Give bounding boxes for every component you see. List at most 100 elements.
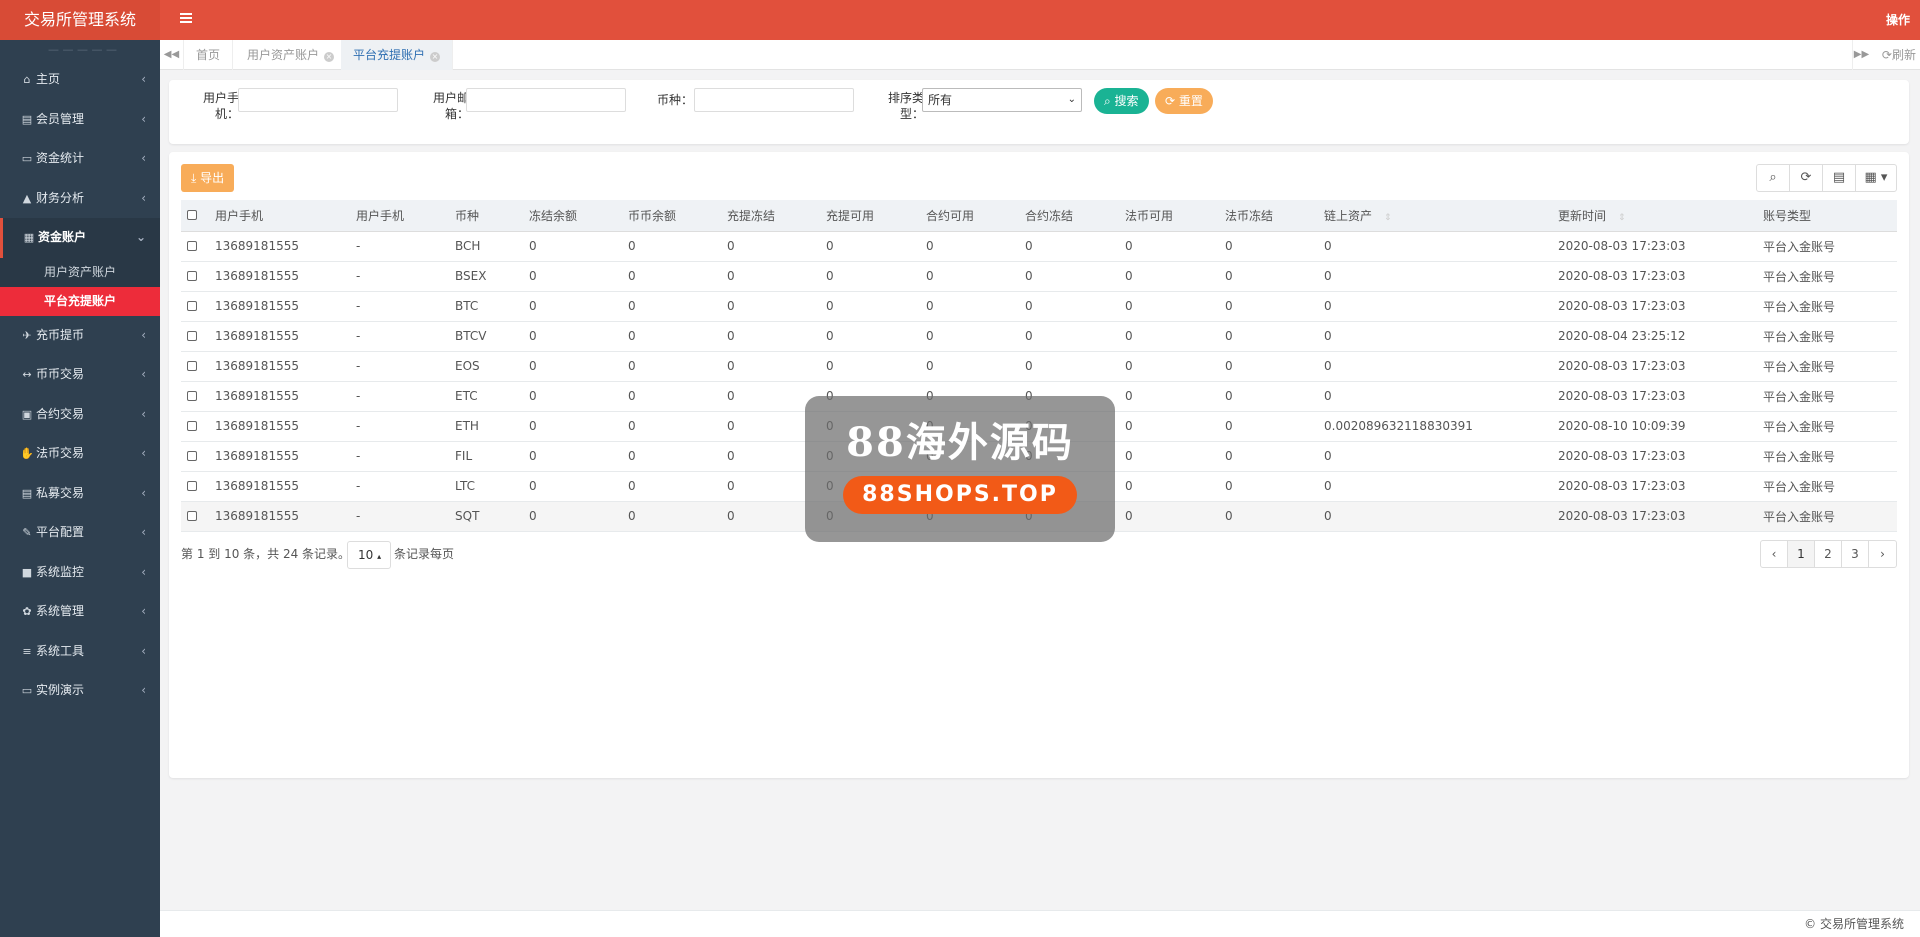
gear-icon: ✿ xyxy=(22,605,32,618)
export-button[interactable]: ⤓ 导出 xyxy=(181,164,235,192)
row-checkbox[interactable] xyxy=(187,421,197,431)
row-checkbox[interactable] xyxy=(187,361,197,371)
toggle-view-icon[interactable]: ▤ xyxy=(1823,165,1856,191)
table-cell: 0.002089632118830391 xyxy=(1318,411,1552,442)
reset-button[interactable]: ⟳ 重置 xyxy=(1155,88,1213,114)
table-cell: 13689181555 xyxy=(209,351,350,382)
column-header-label: 币种 xyxy=(455,208,480,223)
close-icon[interactable]: × xyxy=(430,52,441,62)
page-button[interactable]: 3 xyxy=(1842,541,1869,567)
select-all-checkbox[interactable] xyxy=(187,210,197,221)
money-icon: ▭ xyxy=(21,152,33,165)
sidebar-item-label: 主页 xyxy=(36,72,61,86)
table-cell: 0 xyxy=(1119,291,1219,322)
sidebar-item[interactable]: ▭ 资金统计 ‹ xyxy=(0,139,160,179)
table-cell: LTC xyxy=(449,471,523,502)
row-checkbox[interactable] xyxy=(187,391,197,401)
sidebar-item[interactable]: ✿ 系统管理 ‹ xyxy=(0,592,160,632)
column-header-label: 合约冻结 xyxy=(1025,208,1074,223)
row-checkbox[interactable] xyxy=(187,481,197,491)
submenu-item[interactable]: 平台充提账户 xyxy=(0,286,160,316)
sidebar-item[interactable]: ■ 系统监控 ‹ xyxy=(0,553,160,593)
table-cell: 0 xyxy=(622,441,721,472)
handshake-icon: ✋ xyxy=(20,447,34,460)
sidebar-item[interactable]: ▤ 私募交易 ‹ xyxy=(0,474,160,514)
page-button[interactable]: 2 xyxy=(1815,541,1842,567)
table-cell: BSEX xyxy=(449,261,523,292)
sidebar-item[interactable]: ▦ 资金账户 ⌄ xyxy=(0,218,160,258)
sidebar-item-label: 系统管理 xyxy=(36,604,85,618)
sidebar-item[interactable]: ✋ 法币交易 ‹ xyxy=(0,434,160,474)
table-row[interactable]: 13689181555- BTC 0 0 0 0 0 0 0 0 0 2020-08-03 17:23… xyxy=(181,291,1897,322)
phone-input[interactable] xyxy=(238,88,398,112)
row-checkbox[interactable] xyxy=(187,451,197,461)
table-cell: 2020-08-03 17:23:03 xyxy=(1552,471,1757,502)
tab-scroll-right-icon[interactable]: ▶▶ xyxy=(1852,40,1870,70)
prev-page-button[interactable]: ‹ xyxy=(1761,541,1788,567)
table-cell: 0 xyxy=(622,291,721,322)
table-cell: - xyxy=(350,231,449,262)
sidebar-item[interactable]: ✎ 平台配置 ‹ xyxy=(0,513,160,553)
search-button[interactable]: ⌕ 搜索 xyxy=(1094,88,1149,114)
sort-icon: ⇕ xyxy=(1618,212,1626,223)
sidebar-item[interactable]: ✈ 充币提币 ‹ xyxy=(0,316,160,356)
email-input[interactable] xyxy=(466,88,626,112)
table-cell: 平台入金账号 xyxy=(1757,261,1897,292)
chevron-left-icon: ‹ xyxy=(141,367,146,381)
page-size-select[interactable]: 10 ▴ xyxy=(347,541,391,569)
sidebar: — — — — — ⌂ 主页 ‹ ▤ 会员管理 ‹ ▭ 资金统计 ‹ ▲ 财务分析 ‹ ▦ 资金账户 ⌄ 用户… xyxy=(0,40,160,937)
sidebar-item[interactable]: ≡ 系统工具 ‹ xyxy=(0,632,160,672)
column-header[interactable]: 链上资产 ⇕ xyxy=(1318,200,1552,232)
table-cell: 0 xyxy=(622,411,721,442)
next-page-button[interactable]: › xyxy=(1869,541,1896,567)
table-cell: 0 xyxy=(820,291,920,322)
column-header[interactable]: 更新时间 ⇕ xyxy=(1552,200,1757,232)
table-row[interactable]: 13689181555- BSEX 0 0 0 0 0 0 0 0 0 2020-08-03 17:2… xyxy=(181,261,1897,292)
close-icon[interactable]: × xyxy=(324,52,335,62)
sort-select[interactable]: 所有 ⌄ xyxy=(922,88,1082,112)
row-checkbox[interactable] xyxy=(187,241,197,251)
tab-home[interactable]: 首页 xyxy=(184,40,234,70)
table-cell: - xyxy=(350,321,449,352)
column-header-label: 合约可用 xyxy=(926,208,975,223)
operation-menu[interactable]: 操作 xyxy=(1886,0,1910,40)
coin-input[interactable] xyxy=(694,88,854,112)
sidebar-item[interactable]: ▤ 会员管理 ‹ xyxy=(0,100,160,140)
search-toggle-icon[interactable]: ⌕ xyxy=(1757,165,1790,191)
tab-scroll-left-icon[interactable]: ◀◀ xyxy=(160,40,184,70)
table-row[interactable]: 13689181555- EOS 0 0 0 0 0 0 0 0 0 2020-08-03 17:23… xyxy=(181,351,1897,382)
chevron-left-icon: ‹ xyxy=(141,525,146,539)
page-button[interactable]: 1 xyxy=(1788,541,1815,567)
column-header: 合约可用 xyxy=(920,200,1019,232)
chevron-left-icon: ‹ xyxy=(141,683,146,697)
columns-icon[interactable]: ▦ ▾ xyxy=(1856,165,1896,191)
table-row[interactable]: 13689181555- BCH 0 0 0 0 0 0 0 0 0 2020-08-03 17:23… xyxy=(181,231,1897,262)
row-checkbox[interactable] xyxy=(187,331,197,341)
home-icon: ⌂ xyxy=(23,73,31,86)
sidebar-item[interactable]: ▣ 合约交易 ‹ xyxy=(0,395,160,435)
submenu-item[interactable]: 用户资产账户 xyxy=(0,258,160,287)
refresh-button[interactable]: ⟳刷新 xyxy=(1882,40,1916,70)
sidebar-item[interactable]: ▭ 实例演示 ‹ xyxy=(0,671,160,711)
table-cell: 13689181555 xyxy=(209,231,350,262)
row-checkbox[interactable] xyxy=(187,271,197,281)
table-row[interactable]: 13689181555- BTCV 0 0 0 0 0 0 0 0 0 2020-08-04 23:2… xyxy=(181,321,1897,352)
sidebar-item[interactable]: ↔ 币币交易 ‹ xyxy=(0,355,160,395)
table-cell: 0 xyxy=(920,291,1019,322)
tab-platform-accounts[interactable]: 平台充提账户 × xyxy=(341,40,454,70)
menu-toggle-icon[interactable] xyxy=(180,13,192,27)
table-toolbar: ⌕ ⟳ ▤ ▦ ▾ xyxy=(1756,164,1897,192)
tab-user-assets[interactable]: 用户资产账户 × xyxy=(235,40,348,70)
chevron-left-icon: ‹ xyxy=(141,327,146,342)
table-cell: 平台入金账号 xyxy=(1757,291,1897,322)
page-size-label: 条记录每页 xyxy=(394,547,455,561)
table-cell: 0 xyxy=(1219,351,1318,382)
sidebar-item[interactable]: ⌂ 主页 ‹ xyxy=(0,60,160,100)
table-cell: 0 xyxy=(622,381,721,412)
row-checkbox[interactable] xyxy=(187,301,197,311)
column-header-label: 币币余额 xyxy=(628,208,677,223)
refresh-table-icon[interactable]: ⟳ xyxy=(1790,165,1823,191)
row-checkbox[interactable] xyxy=(187,511,197,521)
bars-icon: ≡ xyxy=(22,644,32,658)
sidebar-item[interactable]: ▲ 财务分析 ‹ xyxy=(0,179,160,219)
